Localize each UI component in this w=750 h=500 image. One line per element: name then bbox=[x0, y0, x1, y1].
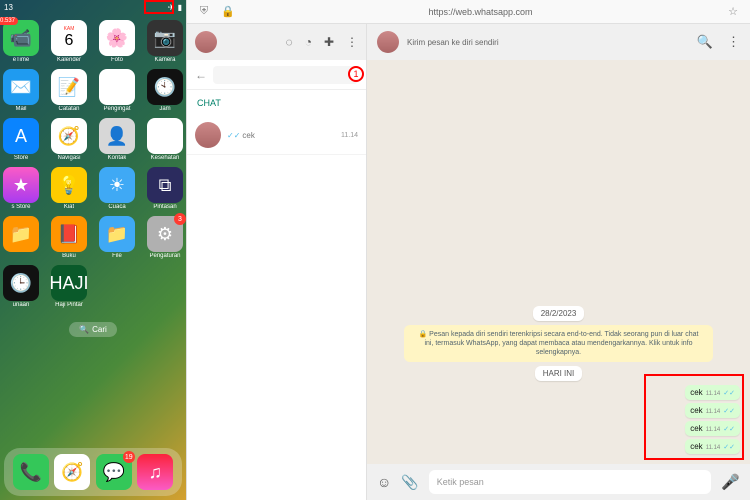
communities-icon[interactable]: ◌ bbox=[286, 35, 293, 49]
app-unaan[interactable]: 🕒unaan bbox=[1, 265, 41, 308]
battery-icon: ▮ bbox=[178, 3, 182, 12]
conv-menu-icon[interactable]: ⋮ bbox=[727, 34, 740, 50]
app-Buku[interactable]: 📕Buku bbox=[49, 216, 89, 259]
address-bar[interactable]: ⛨ 🔒 https://web.whatsapp.com ☆ bbox=[187, 0, 750, 24]
dock: 📞🧭💬19♫ bbox=[4, 448, 182, 496]
ios-home-screen: 13 ✈ ▮ 📹0.537eTimeKAM6Kalender🌸Foto📷Kame… bbox=[0, 0, 186, 500]
dock-app[interactable]: ♫ bbox=[137, 454, 173, 490]
chat-avatar bbox=[195, 122, 221, 148]
search-conv-icon[interactable]: 🔍 bbox=[697, 34, 713, 50]
app-Navigasi[interactable]: 🧭Navigasi bbox=[49, 118, 89, 161]
status-icon[interactable]: ◔ bbox=[305, 35, 312, 49]
url-text: https://web.whatsapp.com bbox=[243, 7, 718, 17]
encryption-notice[interactable]: 🔒 Pesan kepada diri sendiri terenkripsi … bbox=[404, 325, 713, 362]
user-avatar[interactable] bbox=[195, 31, 217, 53]
composer: ☺ 📎 Ketik pesan 🎤 bbox=[367, 464, 750, 500]
conversation-pane: Kirim pesan ke diri sendiri 🔍 ⋮ 28/2/202… bbox=[367, 24, 750, 500]
app-Kiat[interactable]: 💡Kiat bbox=[49, 167, 89, 210]
app-grid: 📹0.537eTimeKAM6Kalender🌸Foto📷Kamera ✉️Mai… bbox=[0, 14, 186, 314]
search-input[interactable] bbox=[213, 66, 358, 84]
app-Pintasan[interactable]: ⧉Pintasan bbox=[145, 167, 185, 210]
app-Kesehatan[interactable]: ❤Kesehatan bbox=[145, 118, 185, 161]
app-Pengingat[interactable]: ☑Pengingat bbox=[97, 69, 137, 112]
app-s Store[interactable]: ★s Store bbox=[1, 167, 41, 210]
chat-sidebar: ◌ ◔ ✚ ⋮ ← 1 CHAT ✓✓cek 11.14 bbox=[187, 24, 367, 500]
search-label: Cari bbox=[92, 325, 107, 334]
app-Kalender[interactable]: KAM6Kalender bbox=[49, 20, 89, 63]
check-icon: ✓✓ bbox=[227, 131, 240, 140]
attach-icon[interactable]: 📎 bbox=[401, 474, 418, 491]
app-eTime[interactable]: 📹0.537eTime bbox=[1, 20, 41, 63]
app-Foto[interactable]: 🌸Foto bbox=[97, 20, 137, 63]
message-input[interactable]: Ketik pesan bbox=[429, 470, 712, 494]
new-chat-icon[interactable]: ✚ bbox=[324, 35, 334, 49]
lock-icon: 🔒 bbox=[219, 5, 237, 18]
menu-icon[interactable]: ⋮ bbox=[346, 35, 358, 49]
app-Kamera[interactable]: 📷Kamera bbox=[145, 20, 185, 63]
star-icon[interactable]: ☆ bbox=[724, 5, 742, 18]
search-icon: 🔍 bbox=[79, 325, 89, 334]
app-Mail[interactable]: ✉️Mail bbox=[1, 69, 41, 112]
app-Pengaturan[interactable]: ⚙3Pengaturan bbox=[145, 216, 185, 259]
conv-avatar[interactable] bbox=[377, 31, 399, 53]
messages-area: 28/2/2023 🔒 Pesan kepada diri sendiri te… bbox=[367, 60, 750, 464]
chat-section-label: CHAT bbox=[187, 90, 366, 116]
shield-icon: ⛨ bbox=[195, 5, 213, 18]
search-row: ← 1 bbox=[187, 60, 366, 90]
app-Cuaca[interactable]: ☀Cuaca bbox=[97, 167, 137, 210]
conversation-header: Kirim pesan ke diri sendiri 🔍 ⋮ bbox=[367, 24, 750, 60]
mic-icon[interactable]: 🎤 bbox=[721, 473, 740, 491]
app-Jam[interactable]: 🕙Jam bbox=[145, 69, 185, 112]
conv-subtitle: Kirim pesan ke diri sendiri bbox=[407, 38, 499, 47]
app-Store[interactable]: AStore bbox=[1, 118, 41, 161]
spotlight-search[interactable]: 🔍 Cari bbox=[69, 322, 117, 337]
app-Catatan[interactable]: 📝Catatan bbox=[49, 69, 89, 112]
dock-app[interactable]: 🧭 bbox=[54, 454, 90, 490]
browser-window: ⛨ 🔒 https://web.whatsapp.com ☆ ◌ ◔ ✚ ⋮ ←… bbox=[186, 0, 750, 500]
app-Kontak[interactable]: 👤Kontak bbox=[97, 118, 137, 161]
annotation-airplane-mode bbox=[144, 0, 174, 14]
annotation-circle-1: 1 bbox=[348, 66, 364, 82]
app-Haji Pintar[interactable]: HAJIHaji Pintar bbox=[49, 265, 89, 308]
emoji-icon[interactable]: ☺ bbox=[377, 474, 391, 490]
chat-time: 11.14 bbox=[341, 132, 358, 139]
dock-app[interactable]: 💬19 bbox=[96, 454, 132, 490]
chat-list-item[interactable]: ✓✓cek 11.14 bbox=[187, 116, 366, 155]
dock-app[interactable]: 📞 bbox=[13, 454, 49, 490]
annotation-messages-box bbox=[644, 374, 744, 460]
whatsapp-web: ◌ ◔ ✚ ⋮ ← 1 CHAT ✓✓cek 11.14 bbox=[187, 24, 750, 500]
app-File[interactable]: 📁File bbox=[97, 216, 137, 259]
date-pill: 28/2/2023 bbox=[533, 306, 585, 321]
app-16[interactable]: 📁 bbox=[1, 216, 41, 259]
today-pill: HARI INI bbox=[535, 366, 583, 381]
status-time: 13 bbox=[4, 3, 13, 12]
sidebar-header: ◌ ◔ ✚ ⋮ bbox=[187, 24, 366, 60]
back-arrow-icon[interactable]: ← bbox=[195, 68, 207, 82]
